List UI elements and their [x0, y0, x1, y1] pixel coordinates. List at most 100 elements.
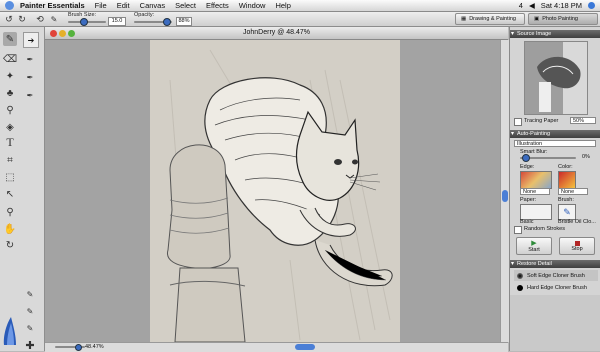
auto-painting-title: Auto-Painting [517, 131, 551, 137]
eraser-tool-icon[interactable]: ⌫ [3, 52, 17, 66]
document-title-bar[interactable]: JohnDerry @ 48.47% [45, 27, 508, 40]
apple-menu-icon[interactable] [5, 1, 14, 10]
brush-preview-icon[interactable]: ✎ [48, 13, 60, 25]
menu-app-name[interactable]: Painter Essentials [20, 1, 85, 10]
stop-label: Stop [571, 245, 583, 252]
menubar-badge[interactable]: 4 [519, 1, 523, 10]
brush-size-knob[interactable] [80, 18, 88, 26]
add-brush-icon[interactable]: ✚ [23, 338, 37, 352]
menu-edit[interactable]: Edit [117, 1, 130, 10]
soft-brush-dot-icon [517, 272, 523, 279]
color-swatch[interactable] [1, 315, 19, 349]
menu-window[interactable]: Window [239, 1, 266, 10]
recent-brush-2-icon[interactable]: ✒ [23, 70, 37, 84]
crop-tool-icon[interactable]: ⌗ [3, 153, 17, 167]
smart-blur-knob[interactable] [522, 154, 530, 162]
paper-value[interactable]: Basic [520, 219, 533, 225]
play-icon: ▶ [531, 240, 537, 247]
grabber-tool-icon[interactable]: ✋ [3, 222, 17, 236]
paint-bucket-tool-icon[interactable]: ◈ [3, 120, 17, 134]
toolbox: ✎ ➔ ⌫ ✦ ♣ ⚲ ◈ T ⌗ ⬚ ↖ ⚲ ✋ ↻ ✒ ✒ ✒ ✎ ✎ ✎ … [0, 27, 45, 352]
restore-brush-item-soft[interactable]: Soft Edge Cloner Brush [514, 270, 598, 281]
document-title: JohnDerry @ 48.47% [242, 29, 311, 36]
cat-sketch-artwork [166, 49, 393, 343]
redo-icon[interactable]: ↻ [16, 13, 28, 25]
canvas-area[interactable] [45, 40, 500, 343]
brush-value[interactable]: Bristle Oil Clo... [558, 219, 596, 225]
opacity-value[interactable]: 88% [176, 17, 192, 26]
menu-file[interactable]: File [95, 1, 107, 10]
undo-icon[interactable]: ↺ [3, 13, 15, 25]
close-window-icon[interactable] [50, 30, 57, 37]
start-label: Start [528, 247, 540, 253]
move-tool-icon[interactable]: ↖ [3, 187, 17, 201]
source-image-thumbnail[interactable] [524, 41, 588, 115]
property-bar: ↺ ↻ ⟲ ✎ Brush Size: 15.0 Opacity: 88% ▦ … [0, 12, 600, 27]
opacity-knob[interactable] [163, 18, 171, 26]
vertical-scroll-thumb[interactable] [502, 190, 508, 202]
restore-detail-header[interactable]: Restore Detail [510, 260, 600, 268]
photo-icon: ▣ [534, 16, 540, 22]
brush-variant-1-icon[interactable]: ✎ [23, 287, 37, 301]
opacity-label: Opacity: [134, 12, 155, 18]
menubar-clock[interactable]: Sat 4:18 PM [541, 1, 582, 10]
stop-button[interactable]: Stop [559, 237, 595, 255]
auto-painting-style-select[interactable]: Illustration [514, 140, 596, 147]
vertical-scrollbar[interactable] [500, 40, 509, 342]
brush-preview[interactable]: ✎ [558, 204, 576, 220]
menu-bar: Painter Essentials File Edit Canvas Sele… [0, 0, 600, 12]
restore-brush-label-hard: Hard Edge Cloner Brush [527, 284, 587, 291]
edge-preview[interactable] [520, 171, 552, 189]
palette-icon: ▦ [461, 16, 467, 22]
auto-painting-header[interactable]: Auto-Painting [510, 130, 600, 138]
menu-help[interactable]: Help [275, 1, 290, 10]
smart-blur-value: 0% [582, 154, 590, 160]
start-button[interactable]: ▶ Start [516, 237, 552, 255]
zoom-window-icon[interactable] [68, 30, 75, 37]
paper-label: Paper: [520, 197, 537, 203]
tracing-paper-label: Tracing Paper [524, 118, 559, 124]
menu-canvas[interactable]: Canvas [140, 1, 165, 10]
blender-tool-icon[interactable]: ✦ [3, 69, 17, 83]
toolbox-expand-icon[interactable]: ➔ [23, 32, 39, 48]
tracing-paper-checkbox[interactable] [514, 118, 522, 126]
rotate-tool-icon[interactable]: ↻ [3, 238, 17, 252]
menu-select[interactable]: Select [175, 1, 196, 10]
brush-size-label: Brush Size: [68, 12, 97, 18]
restore-brush-item-hard[interactable]: Hard Edge Cloner Brush [514, 282, 598, 293]
menu-effects[interactable]: Effects [206, 1, 229, 10]
spotlight-icon[interactable] [588, 2, 595, 9]
color-select[interactable]: None [558, 188, 588, 195]
recent-brush-1-icon[interactable]: ✒ [23, 52, 37, 66]
selection-tool-icon[interactable]: ⬚ [3, 170, 17, 184]
photo-painting-layout-button[interactable]: ▣ Photo Painting [528, 13, 598, 25]
document-window: JohnDerry @ 48.47% 48.47% [45, 27, 509, 352]
source-image-header[interactable]: Source Image [510, 30, 600, 38]
drawing-painting-layout-button[interactable]: ▦ Drawing & Painting [455, 13, 525, 25]
recent-brush-3-icon[interactable]: ✒ [23, 88, 37, 102]
brush-label: Brush: [558, 197, 574, 203]
volume-icon[interactable]: ◀ [529, 1, 535, 10]
restore-detail-title: Restore Detail [517, 261, 552, 267]
zoom-slider-knob[interactable] [75, 344, 82, 351]
brush-size-value[interactable]: 15.0 [108, 17, 126, 26]
brush-variant-3-icon[interactable]: ✎ [23, 321, 37, 335]
brush-tool-icon[interactable]: ✎ [3, 32, 17, 46]
reset-tool-icon[interactable]: ⟲ [34, 13, 46, 25]
brush-variant-2-icon[interactable]: ✎ [23, 304, 37, 318]
cloner-tool-icon[interactable]: ♣ [3, 86, 17, 100]
paper-preview[interactable] [520, 204, 552, 220]
magnifier-tool-icon[interactable]: ⚲ [3, 205, 17, 219]
horizontal-scroll-thumb[interactable] [295, 344, 315, 350]
hard-brush-dot-icon [517, 284, 523, 291]
painting-canvas[interactable] [150, 40, 400, 343]
random-strokes-checkbox[interactable] [514, 226, 522, 234]
minimize-window-icon[interactable] [59, 30, 66, 37]
dropper-tool-icon[interactable]: ⚲ [3, 103, 17, 117]
color-preview[interactable] [558, 171, 576, 189]
random-strokes-label: Random Strokes [524, 226, 565, 232]
edge-select[interactable]: None [520, 188, 550, 195]
text-tool-icon[interactable]: T [3, 135, 17, 149]
zoom-level: 48.47% [85, 344, 104, 350]
tracing-paper-opacity[interactable]: 50% [570, 117, 596, 124]
